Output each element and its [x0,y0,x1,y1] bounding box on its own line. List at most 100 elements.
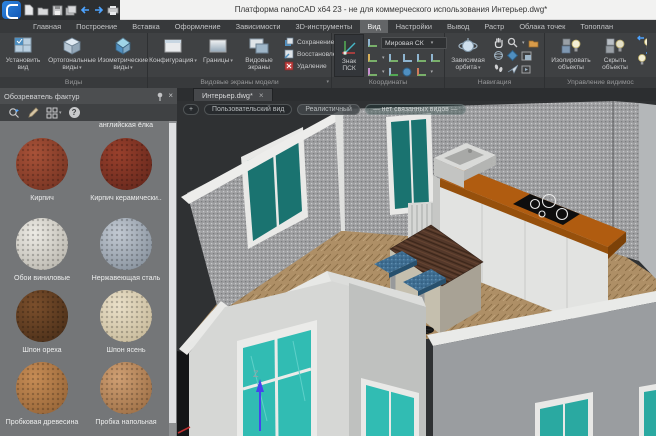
ucs-prev-icon[interactable] [416,66,427,77]
viewport-configuration-button[interactable]: Конфигурация▾ [148,34,198,77]
right-wall-column [613,101,656,279]
document-tab-close-icon[interactable]: × [259,91,264,100]
help-icon[interactable]: ? [69,107,80,118]
tab-oformlenie[interactable]: Оформление [168,20,228,33]
ucs-axis-icon[interactable] [367,38,378,49]
viewport-borders-icon [207,36,229,56]
tab-postroenie[interactable]: Построение [69,20,124,33]
materials-panel-header: Обозреватель фактур × [0,88,177,104]
pan-hand-icon[interactable] [493,37,504,48]
material-item[interactable]: Пробка напольная [84,362,168,427]
material-swatch[interactable] [100,218,152,270]
material-swatch[interactable] [100,138,152,190]
save-button[interactable] [51,3,63,17]
material-label: Кирпич керамически.. [86,194,166,203]
viewports-button[interactable]: Видовые экраны [238,34,280,77]
end-isolation-icon[interactable] [636,36,647,47]
set-view-button[interactable]: Установить вид [0,34,46,77]
material-item[interactable]: Кирпич [0,138,84,203]
dropdown-arrow-icon: ▾ [382,55,385,61]
material-swatch[interactable] [100,290,152,342]
material-label: Пробка напольная [86,418,166,427]
undo-button[interactable] [79,3,91,17]
ribbon-group-views: Установить вид Ортогональные виды▾ Изоме… [0,33,148,88]
ucs-object-icon[interactable] [402,52,413,63]
edit-material-icon[interactable] [27,107,39,119]
hide-objects-button[interactable]: Скрыть объекты [596,34,634,77]
fly-icon[interactable] [507,63,518,74]
orbit-sphere-icon[interactable] [493,50,504,61]
tab-rastr[interactable]: Растр [477,20,511,33]
panel-scrollbar[interactable] [169,121,176,436]
quick-access-toolbar [0,0,120,20]
named-views-icon[interactable] [528,37,539,48]
viewport-window-icon[interactable] [521,50,532,61]
ucs-named-icon[interactable] [367,52,378,63]
tab-zavisimosti[interactable]: Зависимости [229,20,288,33]
new-file-button[interactable] [23,3,35,17]
tab-vyvod[interactable]: Вывод [440,20,476,33]
material-swatch[interactable] [16,138,68,190]
dropdown-arrow-icon: ▾ [382,69,385,75]
nanocad-logo-icon[interactable] [2,1,21,19]
ucs-2point-icon[interactable] [416,52,427,63]
ucs-view-icon[interactable] [367,66,378,77]
model-viewport[interactable]: Z + Пользовательский вид Реалистичный — … [177,101,656,436]
material-label: английская ёлка [86,121,166,130]
material-swatch[interactable] [16,290,68,342]
pin-icon[interactable] [156,92,164,101]
wcs-dropdown[interactable]: Мировая СК▾ [381,37,447,49]
ribbon-group-visibility: Изолировать объекты Скрыть объекты Управ… [545,33,656,88]
save-all-button[interactable] [65,3,77,17]
redo-button[interactable] [93,3,105,17]
ucs-sphere-icon[interactable] [402,66,413,77]
walk-icon[interactable] [493,63,504,74]
material-swatch[interactable] [16,362,68,414]
material-item[interactable]: Нержавеющая сталь [84,218,168,283]
ucs-sign-button[interactable]: Знак ПСК [334,34,364,77]
ucs-origin-icon[interactable] [388,52,399,63]
material-item[interactable]: Шпон ореха [0,290,84,355]
search-materials-icon[interactable] [8,107,20,119]
tab-oblaka-tochek[interactable]: Облака точек [512,20,572,33]
viewport-add-control[interactable]: + [183,104,199,115]
scrollbar-thumb[interactable] [169,123,176,423]
saved-views-strip[interactable]: — нет связанных видов — [365,104,466,115]
material-label: Кирпич [2,194,82,203]
material-label: Обои виниловые [2,274,82,283]
viewport-view-control[interactable]: Пользовательский вид [204,104,292,115]
material-swatch[interactable] [100,362,152,414]
ortho-views-button[interactable]: Ортогональные виды▾ [46,34,98,77]
navigation-cube-icon[interactable] [507,50,518,61]
ucs-3point-icon[interactable] [430,52,441,63]
document-tab[interactable]: Интерьер.dwg* × [193,88,273,101]
material-item[interactable]: Пробковая древесина [0,362,84,427]
zoom-icon[interactable] [507,37,518,48]
panel-close-icon[interactable]: × [168,92,173,100]
ucs-world-icon[interactable] [388,66,399,77]
tab-3d-instrumenty[interactable]: 3D-инструменты [289,20,360,33]
print-button[interactable] [107,3,119,17]
viewport-visual-style-control[interactable]: Реалистичный [297,104,359,115]
show-all-icon[interactable] [636,51,647,62]
material-item[interactable]: Кирпич керамически.. [84,138,168,203]
material-item[interactable]: Шпон ясень [84,290,168,355]
open-file-button[interactable] [37,3,49,17]
viewport-borders-button[interactable]: Границы▾ [198,34,238,77]
tab-vstavka[interactable]: Вставка [125,20,166,33]
material-item[interactable]: Обои виниловые [0,218,84,283]
ribbon-tab-row: Главная Построение Вставка Оформление За… [0,20,656,33]
show-motion-icon[interactable] [521,63,532,74]
viewport-restore-icon [284,49,294,59]
tab-nastroyki[interactable]: Настройки [389,20,439,33]
tab-vid[interactable]: Вид [360,20,387,33]
view-mode-button[interactable]: ▾ [46,107,62,119]
dropdown-arrow-icon: ▾ [431,69,434,75]
material-swatch[interactable] [16,218,68,270]
isolate-objects-button[interactable]: Изолировать объекты [548,34,594,77]
tab-glavnaya[interactable]: Главная [26,20,68,33]
tab-topoplan[interactable]: Топоплан [573,20,620,33]
group-dropdown-icon[interactable]: ▾ [326,77,329,88]
iso-views-button[interactable]: Изометрические виды▾ [98,34,148,77]
dependent-orbit-button[interactable]: Зависимая орбита▾ [447,34,489,77]
